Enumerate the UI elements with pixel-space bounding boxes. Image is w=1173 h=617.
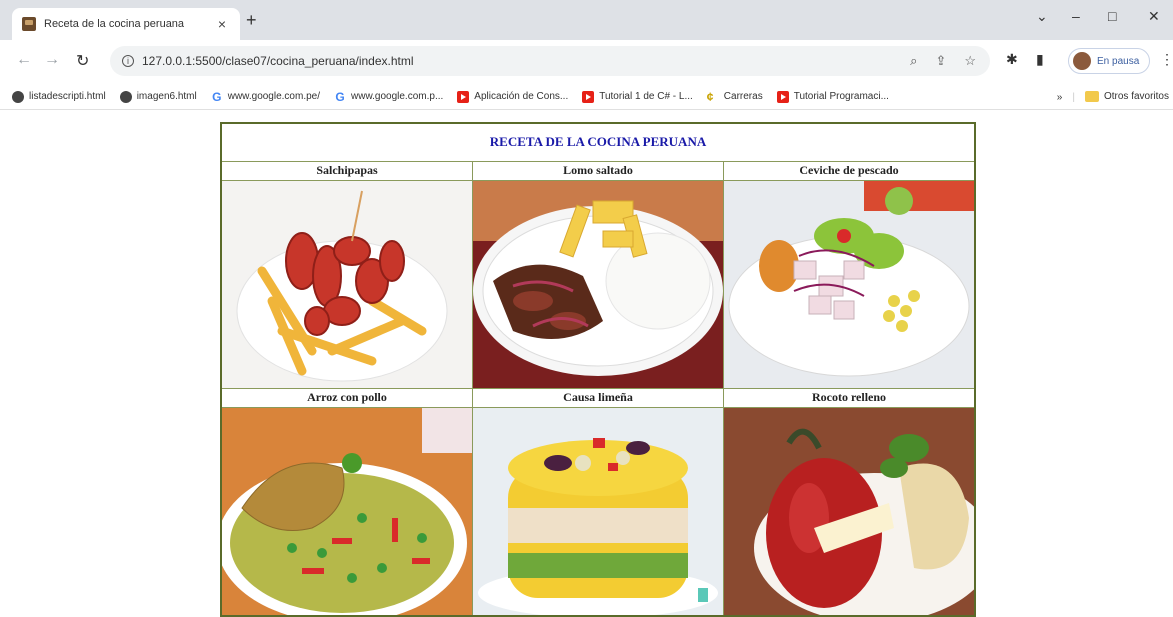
page-content: RECETA DE LA COCINA PERUANA Salchipapas …	[0, 111, 1173, 617]
bookmark-label: Tutorial 1 de C# - L...	[599, 91, 693, 102]
tab-strip: Receta de la cocina peruana × + ⌄ – □ ✕	[0, 0, 1173, 40]
profile-status-label: En pausa	[1097, 55, 1140, 67]
bookmarks-overflow-button[interactable]: »	[1057, 92, 1063, 103]
bookmark-label: www.google.com.pe/	[227, 91, 321, 102]
google-icon: G	[212, 89, 222, 104]
dish-image-rocoto-relleno	[723, 406, 976, 616]
forward-arrow-icon[interactable]: →	[44, 51, 60, 69]
recipe-table: RECETA DE LA COCINA PERUANA Salchipapas …	[220, 122, 976, 617]
bookmark-item[interactable]: Tutorial Programaci...	[776, 90, 889, 103]
share-icon[interactable]: ⇪	[935, 53, 946, 69]
url-text[interactable]: 127.0.0.1:5500/clase07/cocina_peruana/in…	[142, 54, 414, 68]
dish-image-causa-limena	[472, 406, 724, 616]
bookmark-label: listadescripti.html	[29, 91, 106, 102]
bookmark-label: imagen6.html	[136, 91, 197, 102]
bookmark-label: Aplicación de Cons...	[474, 91, 569, 102]
bookmarks-divider: |	[1072, 91, 1075, 103]
dish-name-lomo-saltado: Lomo saltado	[472, 160, 724, 181]
dish-name-rocoto-relleno: Rocoto relleno	[723, 387, 976, 408]
maximize-button[interactable]: □	[1108, 8, 1116, 24]
site-info-icon[interactable]: i	[122, 55, 134, 67]
bookmark-item[interactable]: Gwww.google.com.p...	[334, 91, 443, 103]
bookmarks-bar: listadescripti.html imagen6.html Gwww.go…	[0, 84, 1173, 110]
back-arrow-icon[interactable]: ←	[16, 51, 32, 69]
carreras-icon: ¢	[706, 89, 714, 104]
dish-image-arroz-con-pollo	[220, 406, 473, 616]
other-bookmarks-label: Otros favoritos	[1103, 91, 1169, 103]
zoom-icon[interactable]: ⌕	[910, 53, 917, 69]
close-window-button[interactable]: ✕	[1148, 8, 1160, 25]
youtube-icon	[582, 90, 595, 103]
browser-toolbar: ← → ↻ i 127.0.0.1:5500/clase07/cocina_pe…	[0, 40, 1173, 84]
dish-name-arroz-con-pollo: Arroz con pollo	[220, 387, 473, 408]
dish-name-salchipapas: Salchipapas	[220, 160, 473, 181]
dish-image-lomo-saltado	[472, 179, 724, 389]
bookmark-label: Tutorial Programaci...	[793, 91, 889, 102]
bookmark-item[interactable]: imagen6.html	[119, 90, 197, 103]
folder-icon	[1084, 91, 1099, 103]
profile-button[interactable]: En pausa	[1068, 48, 1150, 74]
bookmark-item[interactable]: Gwww.google.com.pe/	[211, 91, 320, 103]
bookmark-item[interactable]: listadescripti.html	[12, 90, 106, 103]
bookmark-label: Carreras	[723, 91, 763, 102]
google-icon: G	[335, 89, 345, 104]
page-favicon-icon	[22, 17, 36, 31]
bookmark-star-icon[interactable]: ☆	[964, 53, 976, 69]
dish-image-ceviche	[723, 179, 976, 389]
dish-name-ceviche: Ceviche de pescado	[723, 160, 976, 181]
side-panel-icon[interactable]: ▮	[1036, 51, 1044, 68]
globe-icon	[12, 90, 24, 103]
tab-search-icon[interactable]: ⌄	[1036, 8, 1048, 25]
bookmark-item[interactable]: Tutorial 1 de C# - L...	[582, 90, 693, 103]
avatar	[1073, 52, 1091, 70]
dish-image-salchipapas	[220, 179, 473, 389]
extensions-puzzle-icon[interactable]: ✱	[1006, 51, 1018, 68]
reload-icon[interactable]: ↻	[76, 51, 89, 71]
new-tab-button[interactable]: +	[246, 10, 257, 31]
browser-tab[interactable]: Receta de la cocina peruana ×	[12, 8, 240, 40]
youtube-icon	[457, 90, 470, 103]
menu-kebab-icon[interactable]: ⋮	[1160, 51, 1173, 68]
bookmark-label: www.google.com.p...	[351, 91, 444, 102]
page-title: RECETA DE LA COCINA PERUANA	[220, 122, 976, 162]
address-bar[interactable]: i 127.0.0.1:5500/clase07/cocina_peruana/…	[110, 46, 990, 76]
minimize-button[interactable]: –	[1072, 8, 1080, 24]
bookmark-item[interactable]: ¢ Carreras	[707, 91, 763, 103]
bookmark-item[interactable]: Aplicación de Cons...	[457, 90, 569, 103]
dish-name-causa-limena: Causa limeña	[472, 387, 724, 408]
youtube-icon	[776, 90, 789, 103]
close-tab-icon[interactable]: ×	[214, 16, 230, 32]
tab-title: Receta de la cocina peruana	[44, 18, 185, 30]
other-bookmarks-folder[interactable]: Otros favoritos	[1084, 91, 1169, 103]
globe-icon	[119, 90, 132, 103]
